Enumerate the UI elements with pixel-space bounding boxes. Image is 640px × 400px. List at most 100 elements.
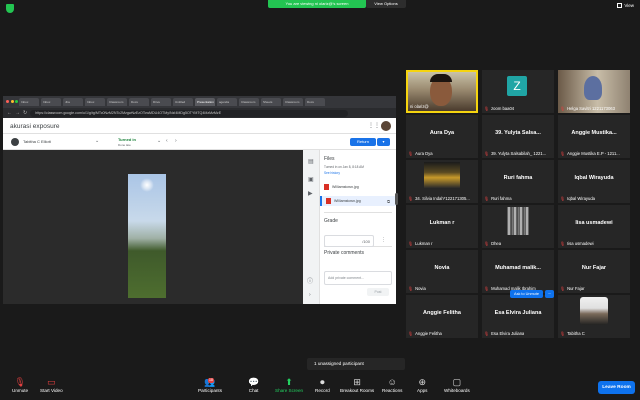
start-video-button[interactable]: ▭ Start Video xyxy=(40,376,63,393)
forward-icon[interactable]: → xyxy=(15,110,20,116)
mic-off-icon: 🎙 xyxy=(560,286,566,291)
view-button[interactable]: View xyxy=(617,3,634,8)
chevron-down-icon[interactable]: ⌄ xyxy=(157,138,161,144)
participant-name: Tabitha C xyxy=(567,331,585,336)
see-history-link[interactable]: See history xyxy=(324,171,340,175)
share-screen-button[interactable]: ⬆ Share Screen xyxy=(275,376,303,393)
participants-label: Participants xyxy=(198,388,223,393)
participant-caption: 🎙 Nur Fajar xyxy=(560,286,585,291)
post-button[interactable]: Post xyxy=(367,288,389,296)
unassigned-participant-notice[interactable]: 1 unassigned participant xyxy=(307,358,405,370)
security-shield-icon[interactable] xyxy=(6,4,14,13)
participant-tile[interactable]: Lukman r 🎙 Lukman r xyxy=(406,205,478,248)
person xyxy=(584,76,602,100)
prev-student-icon[interactable]: ‹ xyxy=(166,138,168,144)
breakout-rooms-button[interactable]: ⊞ Breakout Rooms xyxy=(340,376,374,393)
image-icon[interactable]: ▣ xyxy=(308,176,314,183)
return-dropdown-button[interactable]: ▾ xyxy=(377,138,390,146)
file-viewer xyxy=(3,150,303,304)
browser-tab[interactable]: Sheets xyxy=(261,98,281,106)
more-options-icon[interactable]: ⋮ xyxy=(381,237,386,243)
files-icon[interactable]: ▤ xyxy=(308,158,314,165)
return-button[interactable]: Return xyxy=(350,138,376,146)
back-icon[interactable]: ← xyxy=(7,110,12,116)
apps-button[interactable]: ⊕ Apps xyxy=(417,376,427,393)
next-student-icon[interactable]: › xyxy=(175,138,177,144)
browser-tab[interactable]: Inbox xyxy=(19,98,39,106)
browser-tab[interactable]: Presentation xyxy=(195,98,215,106)
participant-tile[interactable]: Aura Dya 🎙 Aura Dya xyxy=(406,115,478,158)
participant-tile[interactable]: Muhamad malik... 🎙 Muhamad malik Ibrahim xyxy=(482,250,554,293)
browser-tab[interactable]: Inbox xyxy=(85,98,105,106)
participant-display-name: Muhamad malik... xyxy=(495,265,541,271)
record-icon: ⏺ xyxy=(320,377,325,387)
participant-tile[interactable]: 39. Yulyta Salsa... 🎙 39. Yulyta Salsabila… xyxy=(482,115,554,158)
leave-room-button[interactable]: Leave Room xyxy=(598,381,635,394)
breakout-rooms-label: Breakout Rooms xyxy=(340,388,375,393)
more-options-button[interactable]: ··· xyxy=(545,290,554,298)
chevron-down-icon[interactable]: ⌄ xyxy=(95,138,99,144)
shared-screen[interactable]: Inbox Inbox Jira Inbox Classroom Docs Drive Unt… xyxy=(3,96,396,304)
mic-off-icon: 🎙 xyxy=(560,196,566,201)
help-icon[interactable]: ⓘ xyxy=(307,276,313,285)
student-name[interactable]: Tabitha C Elliott xyxy=(23,139,51,144)
browser-tab[interactable]: Classroom xyxy=(107,98,127,106)
scrollbar[interactable] xyxy=(395,193,398,205)
participant-tile[interactable]: Iqbal Wirayuda 🎙 Iqbal Wirayuda xyxy=(558,160,630,203)
participants-button[interactable]: 👥 Participants 18 xyxy=(198,376,222,393)
ask-to-unmute-button[interactable]: Ask to Unmute xyxy=(510,290,543,298)
browser-tab[interactable]: Jira xyxy=(63,98,83,106)
reload-icon[interactable]: ↻ xyxy=(23,110,27,116)
participant-tile[interactable]: Anggie Felitha 🎙 Anggie Felitha xyxy=(406,295,478,338)
participant-name: 34. Silvia Indah*122171305... xyxy=(415,196,470,201)
participant-tile[interactable]: ni olariz@ xyxy=(406,70,478,113)
participant-tile[interactable]: 🎙 Dhea xyxy=(482,205,554,248)
avatar: Z xyxy=(507,76,527,96)
open-external-icon[interactable]: ⧉ xyxy=(387,199,390,204)
participant-caption: 🎙 Dhea xyxy=(484,241,501,246)
participant-tile[interactable]: Iisa usmadewi 🎙 Iisa usmadewi xyxy=(558,205,630,248)
browser-tab[interactable]: Drive xyxy=(151,98,171,106)
record-button[interactable]: ⏺ Record xyxy=(315,376,330,393)
participant-tile[interactable]: 🎙 34. Silvia Indah*122171305... xyxy=(406,160,478,203)
file-item[interactable]: Williamstown.jpg xyxy=(320,182,396,192)
participant-caption: 🎙 zoom baa04 xyxy=(484,106,514,111)
participant-display-name: Anggie Mustika... xyxy=(571,130,617,136)
participant-tile[interactable]: 🎙 Tabitha C xyxy=(558,295,630,338)
participant-tile[interactable]: 🎙 Helga Savitri 1221173063 xyxy=(558,70,630,113)
participant-display-name: Iisa usmadewi xyxy=(575,220,613,226)
file-item-selected[interactable]: Williamstown.jpg ⧉ xyxy=(320,196,396,206)
participant-tile[interactable]: Z 🎙 zoom baa04 xyxy=(482,70,554,113)
browser-tab[interactable]: Untitled xyxy=(173,98,193,106)
participant-tile[interactable]: Novia 🎙 Novia xyxy=(406,250,478,293)
video-icon[interactable]: ▶ xyxy=(308,190,313,197)
browser-tab[interactable]: Docs xyxy=(129,98,149,106)
avatar[interactable] xyxy=(381,121,391,131)
grade-input[interactable]: /100 xyxy=(324,235,374,247)
private-comment-input[interactable]: Add private comment... xyxy=(324,271,392,285)
participant-tile[interactable]: Esa Elvira Juliana 🎙 Esa Elvira Juliana xyxy=(482,295,554,338)
url-field[interactable]: https://classroom.google.com/u/1/g/tg/MT… xyxy=(30,109,349,117)
participant-video xyxy=(424,162,460,188)
unmute-button[interactable]: 🎙 Unmute xyxy=(12,376,28,393)
chat-button[interactable]: 💬 Chat xyxy=(248,376,259,393)
browser-tab[interactable]: Classroom xyxy=(239,98,259,106)
participant-tile[interactable]: Nur Fajar 🎙 Nur Fajar xyxy=(558,250,630,293)
participant-video xyxy=(580,297,608,325)
participant-tile[interactable]: Anggie Mustika... 🎙 Anggie Mustika E.P - 1… xyxy=(558,115,630,158)
participant-tile[interactable]: Ruri fahma 🎙 Ruri fahma xyxy=(482,160,554,203)
apps-grid-icon[interactable]: ⋮⋮ xyxy=(368,123,380,129)
browser-tab[interactable]: Docs xyxy=(305,98,325,106)
browser-tab[interactable]: Classroom xyxy=(283,98,303,106)
participant-name: Anggie Mustika E.P - 1211... xyxy=(567,151,620,156)
expand-icon[interactable]: › xyxy=(309,292,311,298)
window-controls xyxy=(6,100,18,103)
start-video-label: Start Video xyxy=(40,388,63,393)
whiteboards-button[interactable]: ▢ Whiteboards xyxy=(444,376,470,393)
mic-off-icon: 🎙 xyxy=(484,241,490,246)
reactions-button[interactable]: ☺ Reactions xyxy=(382,376,402,393)
view-options-button[interactable]: View Options xyxy=(366,0,406,8)
browser-tab[interactable]: Inbox xyxy=(41,98,61,106)
browser-tab[interactable]: agenda xyxy=(217,98,237,106)
participant-caption: ni olariz@ xyxy=(410,104,429,109)
